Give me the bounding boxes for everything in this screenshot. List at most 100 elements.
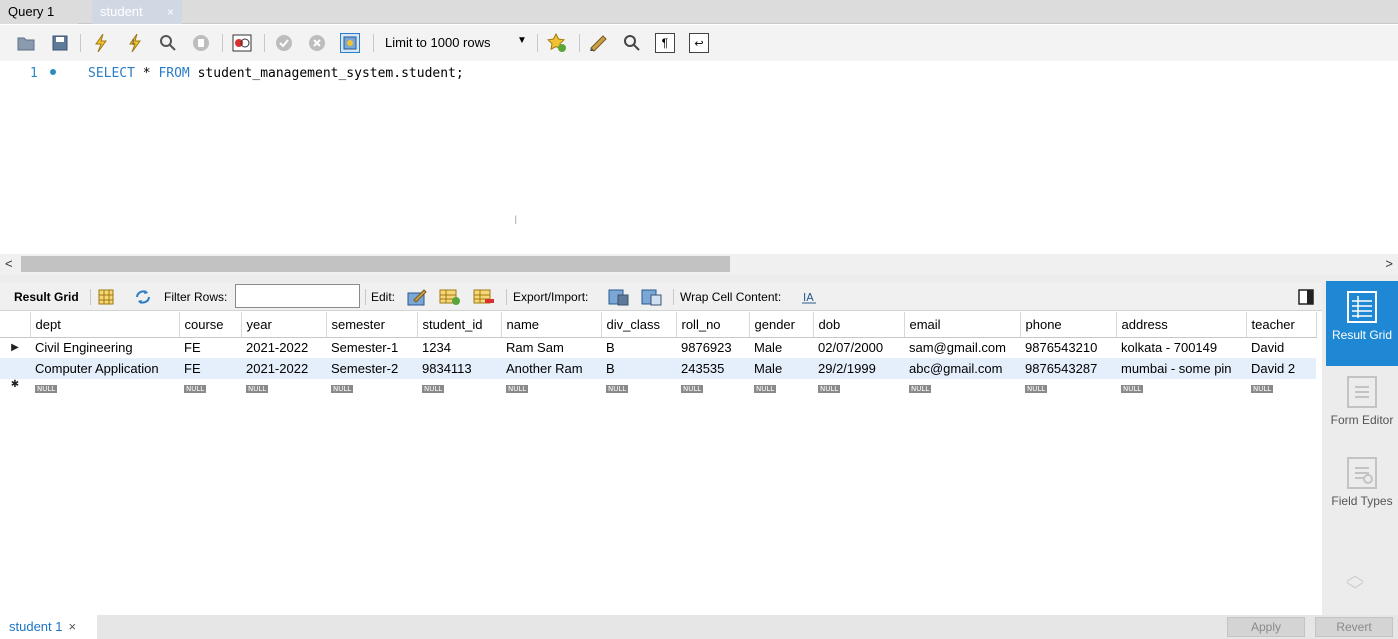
result-tab-student-1[interactable]: student 1 × xyxy=(0,615,97,639)
apply-button[interactable]: Apply xyxy=(1227,617,1305,637)
null-cell[interactable]: NULL xyxy=(904,379,1020,394)
invisible-chars-icon[interactable]: ¶ xyxy=(655,33,675,53)
null-cell[interactable]: NULL xyxy=(30,379,179,394)
open-file-icon[interactable] xyxy=(16,33,36,53)
tab-student[interactable]: student × xyxy=(92,0,182,24)
column-header-roll-no[interactable]: roll_no xyxy=(676,312,750,338)
cell-dob[interactable]: 29/2/1999 xyxy=(813,358,904,379)
insert-row-icon[interactable] xyxy=(439,288,461,306)
cell-year[interactable]: 2021-2022 xyxy=(241,337,326,358)
null-cell[interactable]: NULL xyxy=(241,379,326,394)
column-header-phone[interactable]: phone xyxy=(1020,312,1117,338)
scrollbar-thumb[interactable] xyxy=(21,256,730,272)
null-cell[interactable]: NULL xyxy=(501,379,601,394)
sql-statement[interactable]: SELECT * FROM student_management_system.… xyxy=(88,66,464,81)
close-tab-icon[interactable]: × xyxy=(167,0,174,24)
null-cell[interactable]: NULL xyxy=(1246,379,1316,394)
rollback-icon[interactable] xyxy=(307,33,327,53)
beautify-icon[interactable] xyxy=(589,33,609,53)
cell-student-id[interactable]: 9834113 xyxy=(417,358,501,379)
cell-email[interactable]: sam@gmail.com xyxy=(904,337,1020,358)
column-header-div-class[interactable]: div_class xyxy=(601,312,677,338)
cell-div-class[interactable]: B xyxy=(601,337,676,358)
explain-icon[interactable] xyxy=(158,33,178,53)
column-header-gender[interactable]: gender xyxy=(749,312,814,338)
editor-horizontal-scrollbar[interactable]: < > xyxy=(0,254,1398,275)
column-header-email[interactable]: email xyxy=(904,312,1021,338)
scroll-right-icon[interactable]: > xyxy=(1385,256,1393,271)
bookmark-icon[interactable] xyxy=(547,33,567,53)
panel-scroll-arrows-icon[interactable]: ︿ ﹀ xyxy=(1346,566,1364,600)
stop-icon[interactable] xyxy=(191,33,211,53)
cell-course[interactable]: FE xyxy=(179,358,241,379)
null-cell[interactable]: NULL xyxy=(1020,379,1116,394)
column-header-teacher[interactable]: teacher xyxy=(1246,312,1317,338)
null-cell[interactable]: NULL xyxy=(179,379,241,394)
limit-rows-select[interactable]: Limit to 1000 rows xyxy=(385,35,491,50)
null-cell[interactable]: NULL xyxy=(813,379,904,394)
column-header-course[interactable]: course xyxy=(179,312,242,338)
revert-button[interactable]: Revert xyxy=(1315,617,1393,637)
wrap-icon[interactable]: ↩ xyxy=(689,33,709,53)
toggle-error-icon[interactable] xyxy=(232,33,252,53)
null-cell[interactable]: NULL xyxy=(601,379,676,394)
close-result-tab-icon[interactable]: × xyxy=(69,619,77,634)
table-row[interactable]: Computer Application FE 2021-2022 Semest… xyxy=(0,358,1316,379)
null-cell[interactable]: NULL xyxy=(326,379,417,394)
cell-address[interactable]: kolkata - 700149 xyxy=(1116,337,1246,358)
cell-dept[interactable]: Computer Application xyxy=(30,358,179,379)
column-header-dob[interactable]: dob xyxy=(813,312,905,338)
cell-semester[interactable]: Semester-2 xyxy=(326,358,417,379)
cell-dept[interactable]: Civil Engineering xyxy=(30,337,179,358)
null-cell[interactable]: NULL xyxy=(417,379,501,394)
column-header-year[interactable]: year xyxy=(241,312,327,338)
execute-icon[interactable] xyxy=(91,33,111,53)
new-row[interactable]: ✱ NULL NULL NULL NULL NULL NULL NULL NUL… xyxy=(0,379,1316,394)
cell-gender[interactable]: Male xyxy=(749,358,813,379)
tab-query-1[interactable]: Query 1 xyxy=(0,0,78,24)
null-cell[interactable]: NULL xyxy=(676,379,749,394)
result-grid-button[interactable]: Result Grid xyxy=(1326,281,1398,366)
cell-name[interactable]: Another Ram xyxy=(501,358,601,379)
execute-current-icon[interactable]: I xyxy=(125,33,145,53)
find-icon[interactable] xyxy=(622,33,642,53)
export-icon[interactable] xyxy=(608,288,630,306)
cell-dob[interactable]: 02/07/2000 xyxy=(813,337,904,358)
cell-address[interactable]: mumbai - some pin xyxy=(1116,358,1246,379)
column-header-address[interactable]: address xyxy=(1116,312,1247,338)
cell-name[interactable]: Ram Sam xyxy=(501,337,601,358)
panel-divider[interactable] xyxy=(0,275,1398,283)
autocommit-icon[interactable] xyxy=(340,33,360,53)
cell-course[interactable]: FE xyxy=(179,337,241,358)
save-icon[interactable] xyxy=(50,33,70,53)
wrap-cell-icon[interactable]: IA xyxy=(800,288,818,306)
scroll-left-icon[interactable]: < xyxy=(5,256,13,271)
cell-gender[interactable]: Male xyxy=(749,337,813,358)
filter-rows-input[interactable] xyxy=(235,284,360,308)
refresh-icon[interactable] xyxy=(134,288,152,306)
column-header-name[interactable]: name xyxy=(501,312,602,338)
cell-teacher[interactable]: David 2 xyxy=(1246,358,1316,379)
cell-semester[interactable]: Semester-1 xyxy=(326,337,417,358)
chevron-down-icon[interactable]: ▼ xyxy=(517,35,527,46)
cell-phone[interactable]: 9876543287 xyxy=(1020,358,1116,379)
cell-div-class[interactable]: B xyxy=(601,358,676,379)
cell-roll-no[interactable]: 243535 xyxy=(676,358,749,379)
sql-editor[interactable]: 1 SELECT * FROM student_management_syste… xyxy=(0,61,1398,254)
column-header-dept[interactable]: dept xyxy=(30,312,180,338)
column-header-student-id[interactable]: student_id xyxy=(417,312,502,338)
form-editor-button[interactable]: Form Editor xyxy=(1326,366,1398,451)
cell-email[interactable]: abc@gmail.com xyxy=(904,358,1020,379)
cell-roll-no[interactable]: 9876923 xyxy=(676,337,749,358)
cell-phone[interactable]: 9876543210 xyxy=(1020,337,1116,358)
null-cell[interactable]: NULL xyxy=(1116,379,1246,394)
cell-year[interactable]: 2021-2022 xyxy=(241,358,326,379)
toggle-panel-icon[interactable] xyxy=(1297,288,1315,306)
delete-row-icon[interactable] xyxy=(473,288,495,306)
column-header-semester[interactable]: semester xyxy=(326,312,418,338)
table-row[interactable]: ▶ Civil Engineering FE 2021-2022 Semeste… xyxy=(0,337,1316,358)
field-types-button[interactable]: Field Types xyxy=(1326,447,1398,532)
cell-student-id[interactable]: 1234 xyxy=(417,337,501,358)
import-icon[interactable] xyxy=(641,288,663,306)
cell-teacher[interactable]: David xyxy=(1246,337,1316,358)
